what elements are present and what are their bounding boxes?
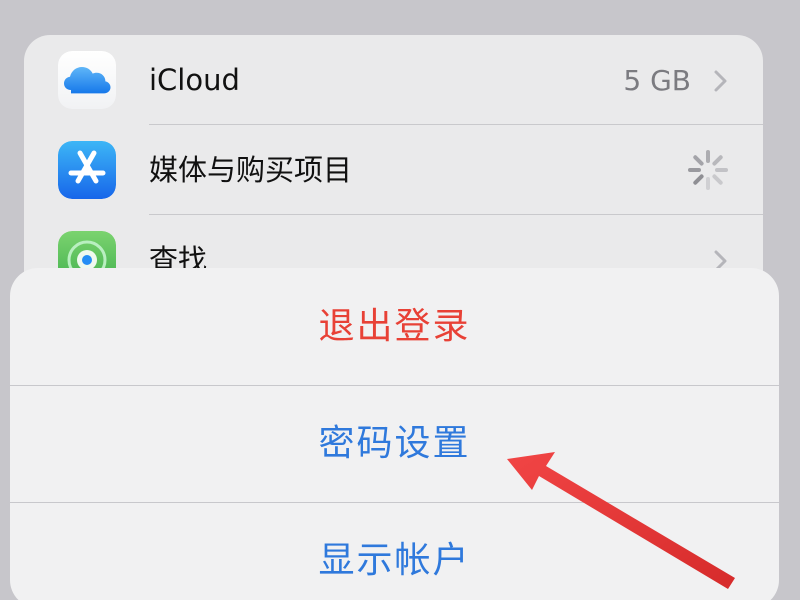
logout-button[interactable]: 退出登录 [10, 268, 779, 385]
icloud-row[interactable]: iCloud 5 GB [24, 35, 763, 125]
media-purchases-row[interactable]: 媒体与购买项目 [24, 125, 763, 215]
icloud-label: iCloud [149, 63, 240, 97]
view-account-button[interactable]: 显示帐户 [10, 502, 779, 600]
icloud-storage-value: 5 GB [623, 64, 691, 97]
icloud-icon [58, 51, 116, 109]
password-settings-button[interactable]: 密码设置 [10, 385, 779, 502]
media-purchases-label: 媒体与购买项目 [149, 153, 353, 187]
app-store-icon [58, 141, 116, 199]
loading-spinner-icon [685, 147, 731, 193]
chevron-right-icon [709, 67, 731, 95]
action-sheet: 退出登录 密码设置 显示帐户 [10, 268, 779, 600]
